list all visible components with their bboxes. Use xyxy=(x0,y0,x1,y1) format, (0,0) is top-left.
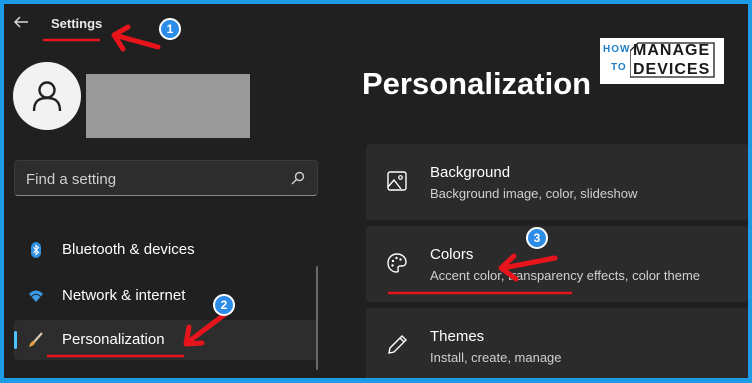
logo-text: DEVICES xyxy=(633,61,711,78)
setting-card-colors[interactable]: Colors Accent color, transparency effect… xyxy=(366,226,748,302)
sidebar-item-label: Network & internet xyxy=(62,287,186,304)
card-description: Install, create, manage xyxy=(430,350,562,365)
page-title: Personalization xyxy=(362,66,592,101)
step-badge-2: 2 xyxy=(213,294,235,316)
logo-text: TO xyxy=(611,62,627,73)
sidebar-item-label: Personalization xyxy=(62,331,165,348)
search-placeholder: Find a setting xyxy=(26,171,117,188)
brush-icon xyxy=(29,332,43,347)
user-icon xyxy=(32,81,62,112)
logo-text: HOW xyxy=(603,44,631,55)
card-title: Colors xyxy=(430,246,474,263)
step-badge-3: 3 xyxy=(526,227,548,249)
pen-icon xyxy=(388,335,407,354)
sidebar-item-label: Bluetooth & devices xyxy=(62,241,195,258)
user-info-redacted xyxy=(86,74,250,138)
setting-card-themes[interactable]: Themes Install, create, manage xyxy=(366,308,748,378)
avatar[interactable] xyxy=(13,62,81,130)
sidebar-item-personalization[interactable]: Personalization xyxy=(14,320,318,360)
image-icon xyxy=(387,171,407,191)
palette-icon xyxy=(387,253,407,273)
back-arrow-icon[interactable] xyxy=(12,14,30,30)
card-description: Background image, color, slideshow xyxy=(430,186,638,201)
setting-card-background[interactable]: Background Background image, color, slid… xyxy=(366,144,748,220)
active-indicator xyxy=(14,331,17,349)
sidebar-scrollbar[interactable] xyxy=(316,266,318,370)
logo-text: MANAGE xyxy=(633,42,711,59)
howtomanagedevices-logo: HOW TO MANAGE DEVICES xyxy=(600,38,724,84)
app-title: Settings xyxy=(51,16,103,31)
card-title: Themes xyxy=(430,328,485,345)
sidebar-item-network[interactable]: Network & internet xyxy=(14,276,318,316)
sidebar-item-bluetooth[interactable]: Bluetooth & devices xyxy=(14,230,318,270)
search-icon[interactable] xyxy=(291,171,305,185)
wifi-icon xyxy=(29,290,43,302)
settings-window: Settings Find a setting Bluetooth & devi… xyxy=(4,4,748,378)
card-description: Accent color, transparency effects, colo… xyxy=(430,268,701,283)
search-input[interactable]: Find a setting xyxy=(14,160,318,196)
step-badge-1: 1 xyxy=(159,18,181,40)
card-title: Background xyxy=(430,164,511,181)
bluetooth-icon xyxy=(31,242,41,258)
